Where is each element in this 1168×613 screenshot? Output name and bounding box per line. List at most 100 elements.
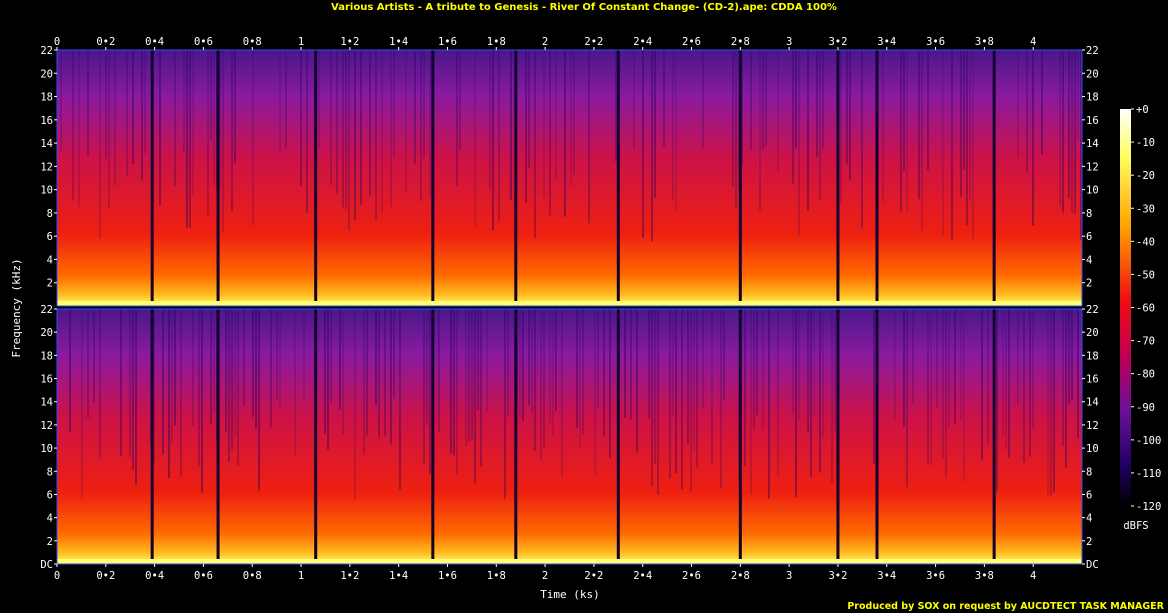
spectral-variation	[330, 50, 332, 185]
spectral-variation	[963, 50, 965, 170]
y-tick-label-left: 16	[40, 115, 53, 127]
spectral-variation	[954, 309, 956, 425]
x-tick-label-bottom: 0•6	[194, 570, 213, 582]
spectral-variation	[903, 309, 905, 427]
x-tick-label-bottom: 3•8	[975, 570, 994, 582]
spectral-variation	[390, 309, 392, 445]
spectral-variation	[99, 50, 101, 239]
spectral-variation	[720, 309, 722, 489]
spectral-variation	[744, 309, 746, 466]
y-tick-label-right: 22	[1086, 304, 1099, 316]
y-tick-label-left: 16	[40, 374, 53, 386]
spectral-variation	[963, 309, 965, 482]
spectral-variation	[132, 309, 134, 470]
spectral-variation	[981, 309, 983, 460]
spectral-variation	[384, 309, 386, 437]
spectral-variation	[168, 309, 170, 479]
spectral-variation	[648, 309, 650, 419]
spectral-variation	[948, 309, 950, 429]
spectral-variation	[711, 309, 713, 464]
x-tick-label-top: 0•2	[96, 36, 115, 48]
spectral-variation	[258, 309, 260, 491]
x-tick-label-bottom: 1•8	[487, 570, 506, 582]
x-tick-label-top: 2•4	[633, 36, 652, 48]
spectral-variation	[1071, 309, 1073, 401]
colorbar-tick-label: -110	[1136, 468, 1161, 480]
spectral-variation	[810, 309, 812, 478]
spectral-variation	[306, 50, 308, 214]
spectral-variation	[1050, 309, 1052, 497]
spectral-variation	[762, 309, 764, 431]
spectral-variation	[942, 309, 944, 458]
spectral-variation	[1071, 50, 1073, 214]
spectral-variation	[393, 50, 395, 157]
spectral-variation	[363, 309, 365, 455]
x-tick-label-bottom: 0•2	[96, 570, 115, 582]
y-tick-label-right: 14	[1086, 138, 1099, 150]
spectral-variation	[243, 309, 245, 406]
spectral-variation	[534, 309, 536, 451]
spectral-variation	[633, 50, 635, 150]
spectral-variation	[759, 50, 761, 211]
spectral-variation	[987, 309, 989, 445]
spectral-variation	[126, 50, 128, 176]
spectral-variation	[696, 309, 698, 468]
spectral-variation	[207, 50, 209, 216]
spectral-variation	[183, 50, 185, 154]
spectral-variation	[87, 309, 89, 419]
spectral-variation	[345, 50, 347, 210]
spectral-variation	[630, 309, 632, 420]
track-boundary	[150, 50, 154, 306]
chart-title: Various Artists - A tribute to Genesis -…	[331, 2, 837, 13]
spectral-variation	[78, 50, 80, 207]
spectrogram-chart: Various Artists - A tribute to Genesis -…	[10, 2, 1165, 612]
y-tick-label-left: DC	[40, 559, 53, 571]
spectral-variation	[120, 309, 122, 457]
spectral-variation	[597, 309, 599, 409]
spectral-variation	[903, 50, 905, 171]
colorbar-tick-label: -40	[1136, 236, 1155, 248]
spectral-variation	[105, 50, 107, 159]
track-boundary	[216, 50, 220, 306]
y-tick-label-left: 4	[47, 254, 53, 266]
track-boundary	[431, 50, 435, 306]
spectral-variation	[438, 309, 440, 432]
x-tick-label-top: 1•4	[389, 36, 408, 48]
colorbar	[1120, 109, 1131, 506]
y-tick-label-right: 2	[1086, 278, 1092, 290]
y-tick-label-left: 8	[47, 208, 53, 220]
spectral-variation	[960, 309, 962, 421]
x-tick-label-bottom: 4	[1030, 570, 1036, 582]
spectral-variation	[279, 50, 281, 154]
y-tick-label-left: 14	[40, 397, 53, 409]
x-tick-label-top: 2	[542, 36, 548, 48]
y-tick-label-left: 18	[40, 92, 53, 104]
footer-credit: Produced by SOX on request by AUCDTECT T…	[847, 601, 1164, 612]
spectral-variation	[750, 309, 752, 495]
spectral-variation	[423, 50, 425, 158]
spectral-variation	[360, 50, 362, 205]
spectral-variation	[756, 309, 758, 416]
spectral-variation	[330, 309, 332, 403]
spectral-variation	[819, 50, 821, 201]
x-tick-label-top: 2•8	[731, 36, 750, 48]
colorbar-tick-label: -20	[1136, 170, 1155, 182]
spectral-variation	[93, 309, 95, 403]
spectral-variation	[423, 309, 425, 465]
spectral-variation	[213, 309, 215, 412]
spectral-variation	[528, 50, 530, 168]
spectral-variation	[753, 309, 755, 430]
track-boundary	[616, 309, 620, 564]
x-tick-label-top: 1•2	[340, 36, 359, 48]
spectral-variation	[531, 309, 533, 414]
spectral-variation	[366, 309, 368, 436]
spectral-variation	[849, 50, 851, 181]
spectral-variation	[951, 50, 953, 241]
y-axis-label: Frequency (kHz)	[10, 258, 23, 357]
spectral-variation	[255, 309, 257, 429]
spectral-variation	[579, 309, 581, 449]
y-tick-label-left: 10	[40, 185, 53, 197]
spectral-variation	[534, 50, 536, 239]
spectral-variation	[180, 309, 182, 477]
spectral-variation	[129, 309, 131, 458]
